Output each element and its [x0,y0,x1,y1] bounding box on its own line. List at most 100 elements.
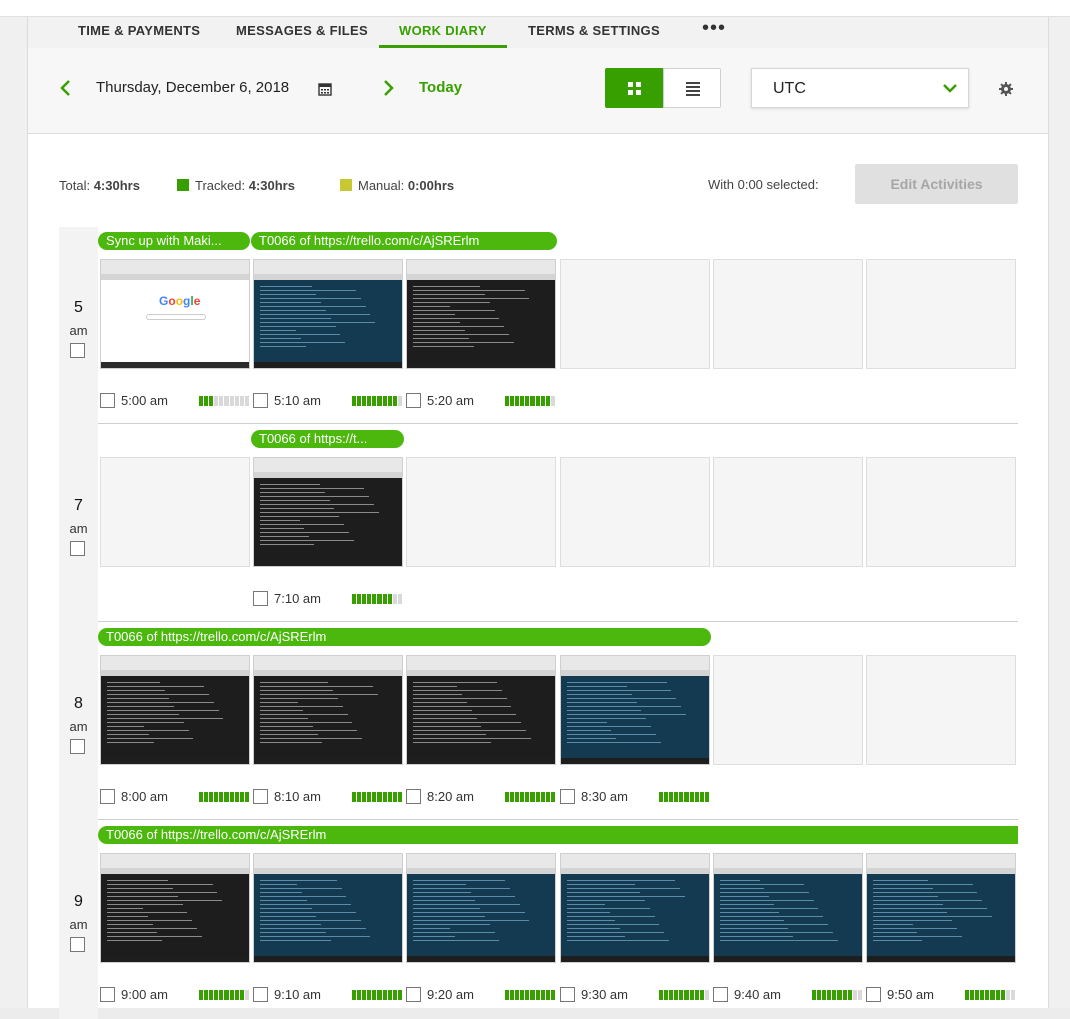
slot-select-checkbox[interactable] [560,987,575,1002]
slot-select-checkbox[interactable] [560,789,575,804]
slot-time: 8:10 am [274,789,321,804]
activity-meter-segment [397,396,402,406]
activity-meter-segment [397,990,402,1000]
screenshot-taskbar [254,758,402,764]
activity-memo-bar[interactable]: Sync up with Maki... [98,232,250,250]
activity-meter-segment [505,990,510,1000]
screenshot-taskbar [101,956,249,962]
empty-slot [866,259,1016,369]
screenshot-thumbnail[interactable] [560,853,710,963]
hour-select-checkbox[interactable] [70,541,85,556]
activity-meter-segment [510,990,515,1000]
screenshot-thumbnail[interactable] [560,655,710,765]
code-lines [720,880,840,944]
activity-meter [812,990,862,1000]
screenshot-thumbnail[interactable] [253,259,403,369]
screenshot-body [407,874,555,958]
activity-meter-segment [985,990,990,1000]
screenshot-thumbnail[interactable]: Google [100,259,250,369]
tab-work-diary[interactable]: WORK DIARY [379,23,507,48]
slot-time: 8:00 am [121,789,168,804]
activity-memo-bar[interactable]: T0066 of https://t... [251,430,404,448]
slot-select-checkbox[interactable] [100,987,115,1002]
activity-meter-segment [387,594,392,604]
code-lines [567,880,687,944]
slot-select-checkbox[interactable] [406,393,421,408]
slot-select-checkbox[interactable] [253,393,268,408]
activity-meter-segment [659,792,664,802]
slot-select-checkbox[interactable] [866,987,881,1002]
activity-memo-bar[interactable]: T0066 of https://trello.com/c/AjSRErlm [98,628,711,646]
screenshot-thumbnail[interactable] [866,853,1016,963]
screenshot-taskbar [254,362,402,368]
activity-meter-segment [234,792,239,802]
hour-select-checkbox[interactable] [70,937,85,952]
more-tabs-button[interactable]: ••• [702,17,726,40]
slot-time: 7:10 am [274,591,321,606]
activity-meter-segment [684,792,689,802]
activity-meter-segment [837,990,842,1000]
screenshot-thumbnail[interactable] [406,655,556,765]
activity-meter-segment [520,792,525,802]
slot-select-checkbox[interactable] [253,987,268,1002]
activity-meter [352,792,402,802]
screenshot-thumbnail[interactable] [100,853,250,963]
activity-meter-segment [689,990,694,1000]
activity-meter-segment [199,396,204,406]
slot-time: 5:10 am [274,393,321,408]
code-lines [107,682,227,746]
activity-meter-segment [219,990,224,1000]
screenshot-thumbnail[interactable] [713,853,863,963]
slot-select-checkbox[interactable] [100,393,115,408]
slot-select-checkbox[interactable] [253,789,268,804]
tab-terms-settings[interactable]: TERMS & SETTINGS [528,23,660,48]
activity-meter-segment [550,396,555,406]
activity-meter-segment [510,792,515,802]
activity-meter-segment [219,792,224,802]
activity-meter-segment [377,594,382,604]
screenshot-thumbnail[interactable] [100,655,250,765]
calendar-icon[interactable] [318,82,332,96]
activity-memo-bar[interactable]: T0066 of https://trello.com/c/AjSRErlm [251,232,557,250]
slot-select-checkbox[interactable] [406,987,421,1002]
screenshot-body [254,874,402,958]
activity-meter-segment [704,792,709,802]
today-link[interactable]: Today [419,79,462,96]
screenshot-thumbnail[interactable] [253,457,403,567]
screenshot-thumbnail[interactable] [253,853,403,963]
activity-meter-segment [229,396,234,406]
activity-meter-segment [540,396,545,406]
grid-view-button[interactable] [605,68,663,108]
slot-select-checkbox[interactable] [253,591,268,606]
hour-select-checkbox[interactable] [70,343,85,358]
slot-select-checkbox[interactable] [406,789,421,804]
list-view-button[interactable] [663,68,721,108]
screenshot-taskbar [254,560,402,566]
chevron-down-icon [943,84,957,93]
list-icon [686,82,700,96]
next-day-button[interactable] [380,78,396,98]
timezone-select[interactable]: UTC [751,68,969,108]
screenshot-thumbnail[interactable] [406,259,556,369]
slot-time: 5:20 am [427,393,474,408]
tab-time-payments[interactable]: TIME & PAYMENTS [78,23,200,48]
activity-meter-segment [224,792,229,802]
screenshot-thumbnail[interactable] [406,853,556,963]
screenshot-thumbnail[interactable] [253,655,403,765]
hour-meridiem: am [69,323,88,338]
hour-select-checkbox[interactable] [70,739,85,754]
tab-messages-files[interactable]: MESSAGES & FILES [236,23,368,48]
screenshot-browser-bar [407,656,555,670]
slot-select-checkbox[interactable] [100,789,115,804]
activity-meter-segment [239,792,244,802]
slot-select-checkbox[interactable] [713,987,728,1002]
selection-summary: With 0:00 selected: [708,177,819,192]
edit-activities-button[interactable]: Edit Activities [855,164,1018,204]
activity-meter [199,396,249,406]
activity-meter-segment [372,990,377,1000]
activity-memo-bar[interactable]: T0066 of https://trello.com/c/AjSRErlm [98,826,1018,844]
previous-day-button[interactable] [58,78,74,98]
settings-button[interactable] [998,81,1014,97]
activity-meter-segment [530,792,535,802]
activity-meter-segment [244,990,249,1000]
